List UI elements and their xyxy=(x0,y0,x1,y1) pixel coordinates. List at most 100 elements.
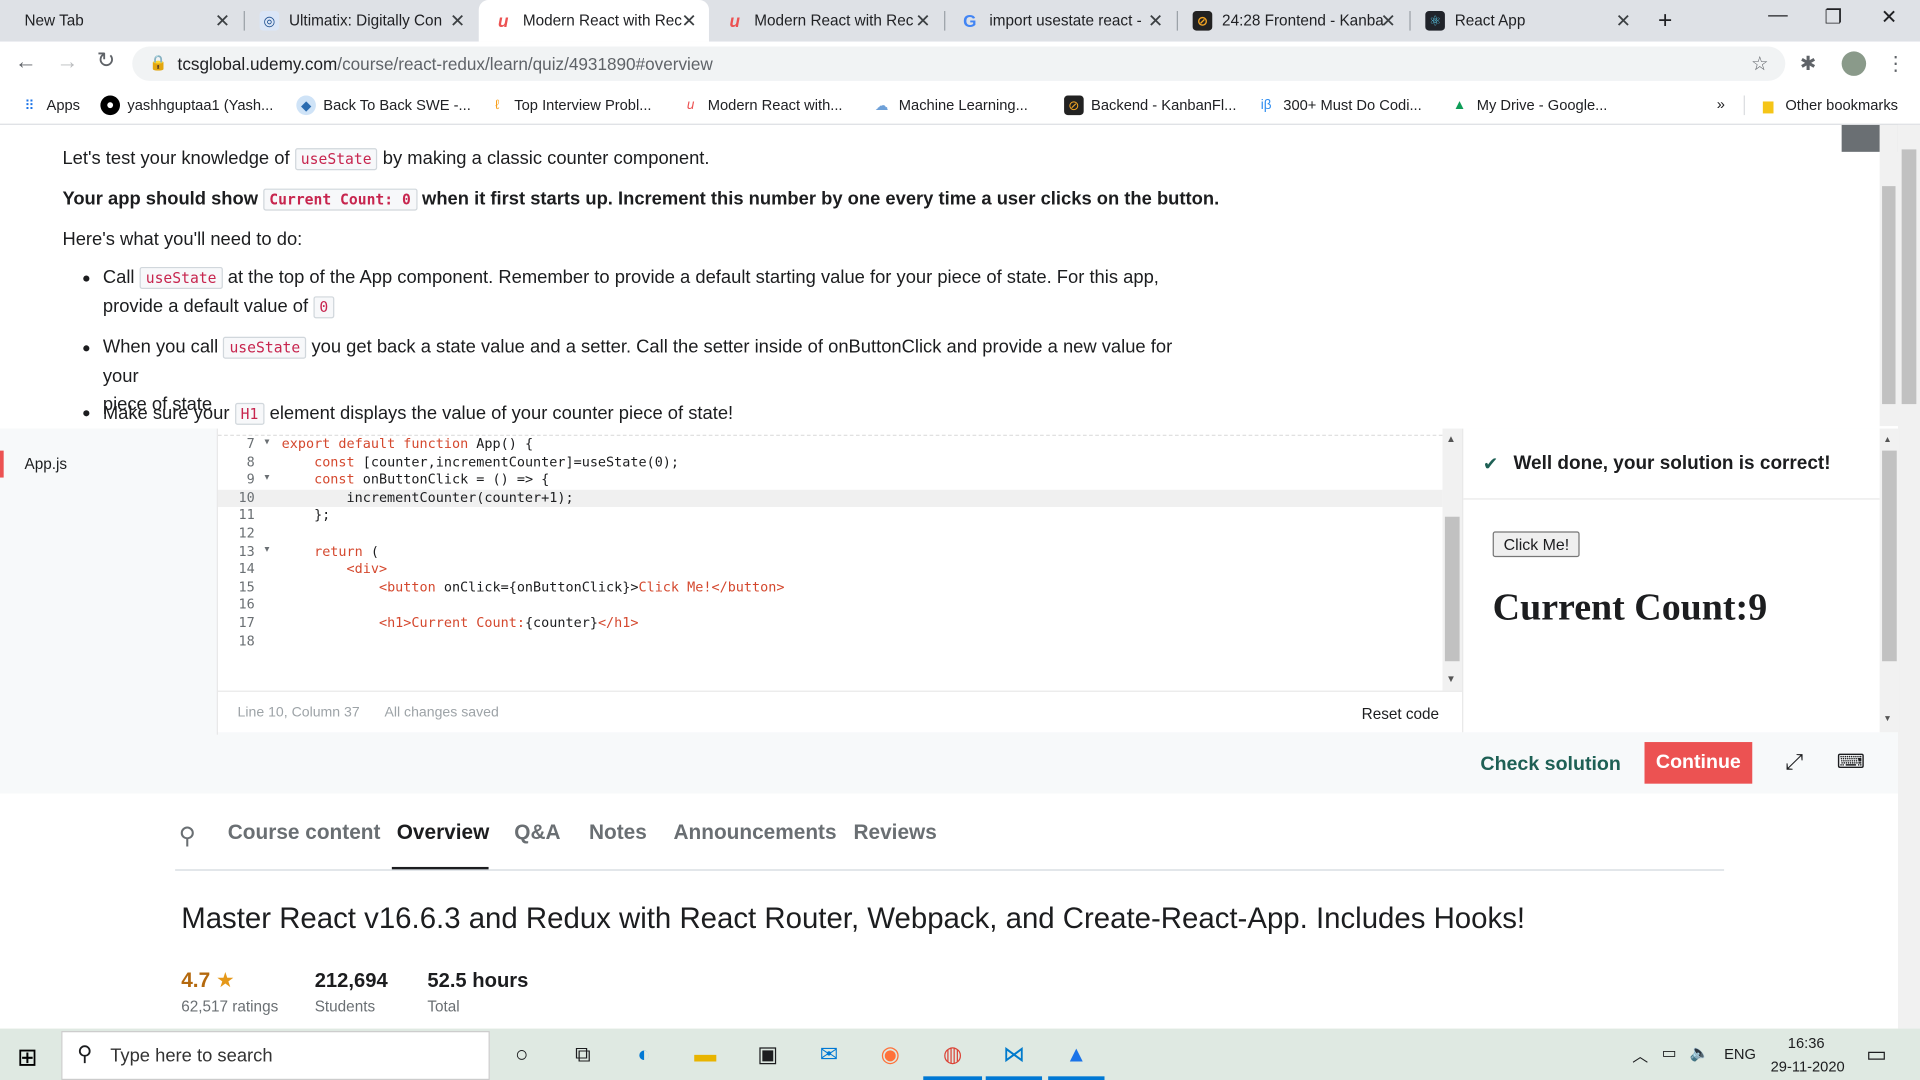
close-icon[interactable]: ✕ xyxy=(915,10,930,32)
tab-modern-react-active[interactable]: u Modern React with Rec ✕ xyxy=(478,0,709,42)
code-line[interactable]: export default function App() { xyxy=(282,436,533,452)
windows-start-icon[interactable]: ⊞ xyxy=(17,1042,38,1073)
bookmark-github[interactable]: ● yashhguptaa1 (Yash... xyxy=(100,95,273,116)
folder-icon: ▆ xyxy=(1762,98,1774,114)
code-line[interactable]: }; xyxy=(282,507,330,523)
close-icon[interactable]: ✕ xyxy=(1381,10,1396,32)
check-solution-button[interactable]: Check solution xyxy=(1480,754,1620,776)
line-number: 12 xyxy=(238,525,255,542)
quiz-requirement: Your app should show Current Count: 0 wh… xyxy=(62,188,1220,211)
photos-icon[interactable]: ▲ xyxy=(1057,1036,1096,1073)
close-window-icon[interactable]: ✕ xyxy=(1881,5,1897,29)
bookmark-kanban[interactable]: ⊘ Backend - KanbanFl... xyxy=(1064,95,1236,116)
tab-new-tab[interactable]: New Tab ✕ xyxy=(10,0,243,42)
code-line[interactable]: const [counter,incrementCounter]=useStat… xyxy=(282,454,679,470)
bookmark-b2bswe[interactable]: ◆ Back To Back SWE -... xyxy=(296,95,471,116)
code-line[interactable]: incrementCounter(counter+1); xyxy=(282,490,573,506)
expand-icon[interactable]: ⤢ xyxy=(1785,749,1803,775)
tab-kanban[interactable]: ⊘ 24:28 Frontend - Kanba ✕ xyxy=(1178,0,1408,42)
tcs-icon: ◎ xyxy=(259,11,280,31)
restore-icon[interactable]: ❐ xyxy=(1825,5,1843,29)
code-line[interactable]: return ( xyxy=(282,543,379,559)
cloud-icon: ☁ xyxy=(874,98,889,114)
clock-date[interactable]: 29-11-2020 xyxy=(1771,1058,1845,1075)
notifications-icon[interactable]: ▭ xyxy=(1866,1042,1887,1068)
bookmark-drive[interactable]: ▲ My Drive - Google... xyxy=(1450,96,1607,116)
result-scrollbar[interactable]: ▲ ▼ xyxy=(1879,428,1900,733)
tab-react-app[interactable]: ⚛ React App ✕ xyxy=(1411,0,1644,42)
continue-button[interactable]: Continue xyxy=(1644,742,1753,784)
tab-reviews[interactable]: Reviews xyxy=(853,820,936,844)
volume-icon[interactable]: 🔈 xyxy=(1690,1043,1710,1063)
fold-arrow-icon[interactable]: ▾ xyxy=(264,472,269,483)
keyboard-icon[interactable]: ⌨ xyxy=(1837,749,1865,773)
code-line[interactable]: <h1>Current Count:{counter}</h1> xyxy=(282,615,639,631)
click-me-button[interactable]: Click Me! xyxy=(1492,531,1581,558)
star-icon[interactable]: ☆ xyxy=(1751,51,1769,75)
code-line[interactable]: const onButtonClick = () => { xyxy=(282,472,549,488)
tab-overview[interactable]: Overview xyxy=(397,820,490,844)
lock-icon: 🔒 xyxy=(149,53,168,72)
language-indicator[interactable]: ENG xyxy=(1724,1046,1756,1063)
bookmark-gfg[interactable]: iβ 300+ Must Do Codi... xyxy=(1256,96,1422,116)
close-icon[interactable]: ✕ xyxy=(1616,10,1631,32)
bookmark-udemy[interactable]: u Modern React with... xyxy=(681,96,843,116)
editor-scrollbar[interactable]: ▲ ▼ xyxy=(1442,428,1463,691)
students-label: Students xyxy=(314,997,376,1016)
bookmark-apps[interactable]: ⠿ Apps xyxy=(20,96,80,116)
close-icon[interactable]: ✕ xyxy=(215,10,230,32)
chrome-icon[interactable]: ◍ xyxy=(933,1036,972,1073)
back-icon[interactable]: ← xyxy=(15,49,37,75)
edge-icon[interactable]: ◐ xyxy=(624,1036,663,1073)
close-icon[interactable]: ✕ xyxy=(450,10,465,32)
mail-icon[interactable]: ✉ xyxy=(809,1036,848,1073)
apps-grid-icon: ⠿ xyxy=(24,98,35,114)
tab-notes[interactable]: Notes xyxy=(589,820,647,844)
drive-icon: ▲ xyxy=(1452,97,1467,113)
cursor-position: Line 10, Column 37 xyxy=(237,705,360,721)
bookmark-ml[interactable]: ☁ Machine Learning... xyxy=(872,96,1028,116)
tab-google-search[interactable]: Gimport usestate react - ✕ xyxy=(945,0,1175,42)
quiz-scrollbar[interactable] xyxy=(1879,124,1898,427)
extensions-icon[interactable]: ✱ xyxy=(1800,51,1816,75)
tab-qa[interactable]: Q&A xyxy=(514,820,560,844)
menu-icon[interactable]: ⋮ xyxy=(1886,51,1906,75)
avatar[interactable] xyxy=(1841,51,1867,76)
close-icon[interactable]: ✕ xyxy=(681,10,696,32)
page-scrollbar[interactable] xyxy=(1897,124,1920,1029)
tray-chevron-icon[interactable]: ︿ xyxy=(1632,1043,1648,1066)
cortana-icon[interactable]: ○ xyxy=(502,1036,541,1073)
code-line[interactable]: <button onClick={onButtonClick}>Click Me… xyxy=(282,579,785,595)
firefox-icon[interactable]: ◉ xyxy=(871,1036,910,1073)
line-number: 8 xyxy=(246,453,255,470)
new-tab-button[interactable]: + xyxy=(1658,7,1672,35)
tab-ultimatix[interactable]: ◎ Ultimatix: Digitally Con ✕ xyxy=(245,0,478,42)
close-icon[interactable]: ✕ xyxy=(1148,10,1163,32)
file-explorer-icon[interactable]: ▬ xyxy=(686,1036,725,1073)
address-bar[interactable]: 🔒 tcsglobal.udemy.com/course/react-redux… xyxy=(132,46,1786,81)
store-icon[interactable]: ▣ xyxy=(748,1036,787,1073)
vscode-icon[interactable]: ⋈ xyxy=(994,1036,1033,1073)
tab-course-content[interactable]: Course content xyxy=(228,820,381,844)
fold-arrow-icon[interactable]: ▾ xyxy=(264,543,269,554)
reset-code-button[interactable]: Reset code xyxy=(1362,705,1439,722)
code-line[interactable]: <div> xyxy=(282,561,388,577)
bookmark-leetcode[interactable]: ℓ Top Interview Probl... xyxy=(487,96,652,116)
tab-announcements[interactable]: Announcements xyxy=(673,820,836,844)
quiz-todo-heading: Here's what you'll need to do: xyxy=(62,228,303,250)
reload-icon[interactable]: ↻ xyxy=(97,48,115,74)
battery-icon[interactable]: ▭ xyxy=(1662,1043,1677,1063)
other-bookmarks[interactable]: ▆ Other bookmarks xyxy=(1758,96,1898,116)
tab-modern-react[interactable]: u Modern React with Rec ✕ xyxy=(710,0,943,42)
task-view-icon[interactable]: ⧉ xyxy=(563,1036,602,1073)
forward-icon[interactable]: → xyxy=(56,49,78,75)
minimize-icon[interactable]: — xyxy=(1768,5,1788,27)
line-number: 15 xyxy=(238,578,255,595)
fold-arrow-icon[interactable]: ▾ xyxy=(264,436,269,447)
search-icon[interactable]: ⚲ xyxy=(179,823,196,851)
clock-time[interactable]: 16:36 xyxy=(1788,1035,1825,1052)
bookmarks-overflow[interactable]: » xyxy=(1717,96,1725,113)
line-number: 17 xyxy=(238,614,255,631)
taskbar-search[interactable]: ⚲ Type here to search xyxy=(61,1031,490,1080)
file-app-js[interactable]: App.js xyxy=(24,456,67,473)
